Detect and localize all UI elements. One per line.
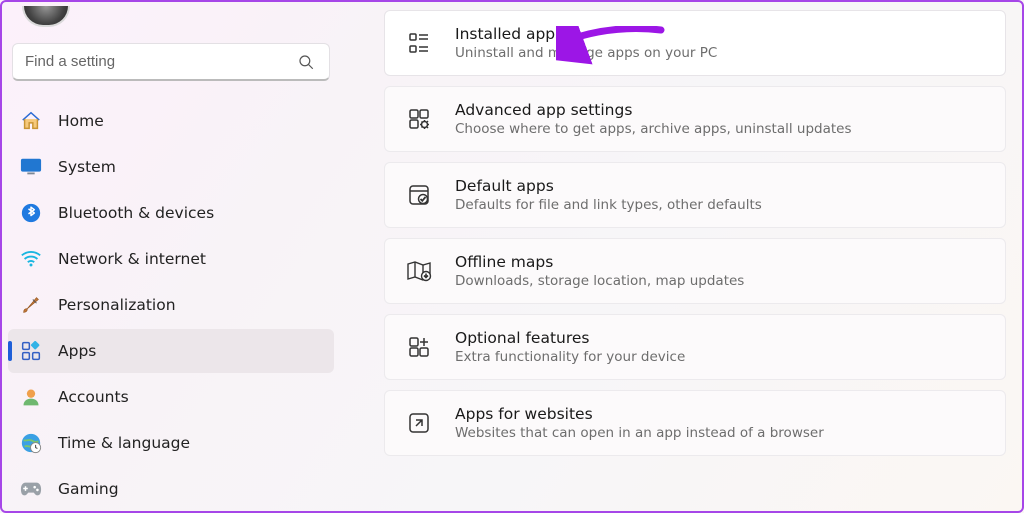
bluetooth-icon — [20, 202, 42, 224]
apps-icon — [20, 340, 42, 362]
sidebar-item-label: Apps — [58, 342, 96, 360]
card-optional-features[interactable]: Optional features Extra functionality fo… — [384, 314, 1006, 380]
sidebar-item-bluetooth[interactable]: Bluetooth & devices — [8, 191, 334, 235]
sidebar-item-personalization[interactable]: Personalization — [8, 283, 334, 327]
map-icon — [405, 257, 433, 285]
home-icon — [20, 110, 42, 132]
sidebar-item-home[interactable]: Home — [8, 99, 334, 143]
clock-globe-icon — [20, 432, 42, 454]
advanced-settings-icon — [405, 105, 433, 133]
system-icon — [20, 156, 42, 178]
sidebar-item-accounts[interactable]: Accounts — [8, 375, 334, 419]
card-subtitle: Downloads, storage location, map updates — [455, 273, 744, 289]
sidebar-item-gaming[interactable]: Gaming — [8, 467, 334, 511]
sidebar-item-label: Network & internet — [58, 250, 206, 268]
card-title: Apps for websites — [455, 405, 824, 423]
gaming-icon — [20, 478, 42, 500]
sidebar-item-label: Accounts — [58, 388, 129, 406]
sidebar-item-label: System — [58, 158, 116, 176]
card-subtitle: Websites that can open in an app instead… — [455, 425, 824, 441]
sidebar-item-label: Time & language — [58, 434, 190, 452]
sidebar-item-label: Personalization — [58, 296, 176, 314]
card-title: Default apps — [455, 177, 762, 195]
optional-features-icon — [405, 333, 433, 361]
card-subtitle: Extra functionality for your device — [455, 349, 685, 365]
card-installed-apps[interactable]: Installed apps Uninstall and manage apps… — [384, 10, 1006, 76]
sidebar-nav: Home System Bluetooth & devices — [8, 99, 334, 511]
card-apps-for-websites[interactable]: Apps for websites Websites that can open… — [384, 390, 1006, 456]
wifi-icon — [20, 248, 42, 270]
brush-icon — [20, 294, 42, 316]
card-text: Optional features Extra functionality fo… — [455, 329, 685, 365]
search-icon — [295, 51, 317, 73]
main-content: Installed apps Uninstall and manage apps… — [340, 2, 1022, 511]
sidebar-item-network[interactable]: Network & internet — [8, 237, 334, 281]
installed-apps-icon — [405, 29, 433, 57]
card-title: Offline maps — [455, 253, 744, 271]
card-text: Advanced app settings Choose where to ge… — [455, 101, 852, 137]
card-title: Optional features — [455, 329, 685, 347]
search-input[interactable] — [25, 53, 295, 70]
sidebar: Home System Bluetooth & devices — [2, 2, 340, 511]
card-subtitle: Defaults for file and link types, other … — [455, 197, 762, 213]
sidebar-item-label: Bluetooth & devices — [58, 204, 214, 222]
sidebar-item-label: Gaming — [58, 480, 119, 498]
accounts-icon — [20, 386, 42, 408]
card-text: Installed apps Uninstall and manage apps… — [455, 25, 717, 61]
card-title: Advanced app settings — [455, 101, 852, 119]
sidebar-item-apps[interactable]: Apps — [8, 329, 334, 373]
card-advanced-app-settings[interactable]: Advanced app settings Choose where to ge… — [384, 86, 1006, 152]
search-box[interactable] — [12, 43, 330, 81]
sidebar-item-system[interactable]: System — [8, 145, 334, 189]
card-default-apps[interactable]: Default apps Defaults for file and link … — [384, 162, 1006, 228]
card-text: Default apps Defaults for file and link … — [455, 177, 762, 213]
default-apps-icon — [405, 181, 433, 209]
card-title: Installed apps — [455, 25, 717, 43]
sidebar-item-label: Home — [58, 112, 104, 130]
card-subtitle: Uninstall and manage apps on your PC — [455, 45, 717, 61]
card-offline-maps[interactable]: Offline maps Downloads, storage location… — [384, 238, 1006, 304]
card-text: Apps for websites Websites that can open… — [455, 405, 824, 441]
card-subtitle: Choose where to get apps, archive apps, … — [455, 121, 852, 137]
card-text: Offline maps Downloads, storage location… — [455, 253, 744, 289]
apps-for-websites-icon — [405, 409, 433, 437]
avatar[interactable] — [22, 6, 70, 27]
sidebar-item-time[interactable]: Time & language — [8, 421, 334, 465]
